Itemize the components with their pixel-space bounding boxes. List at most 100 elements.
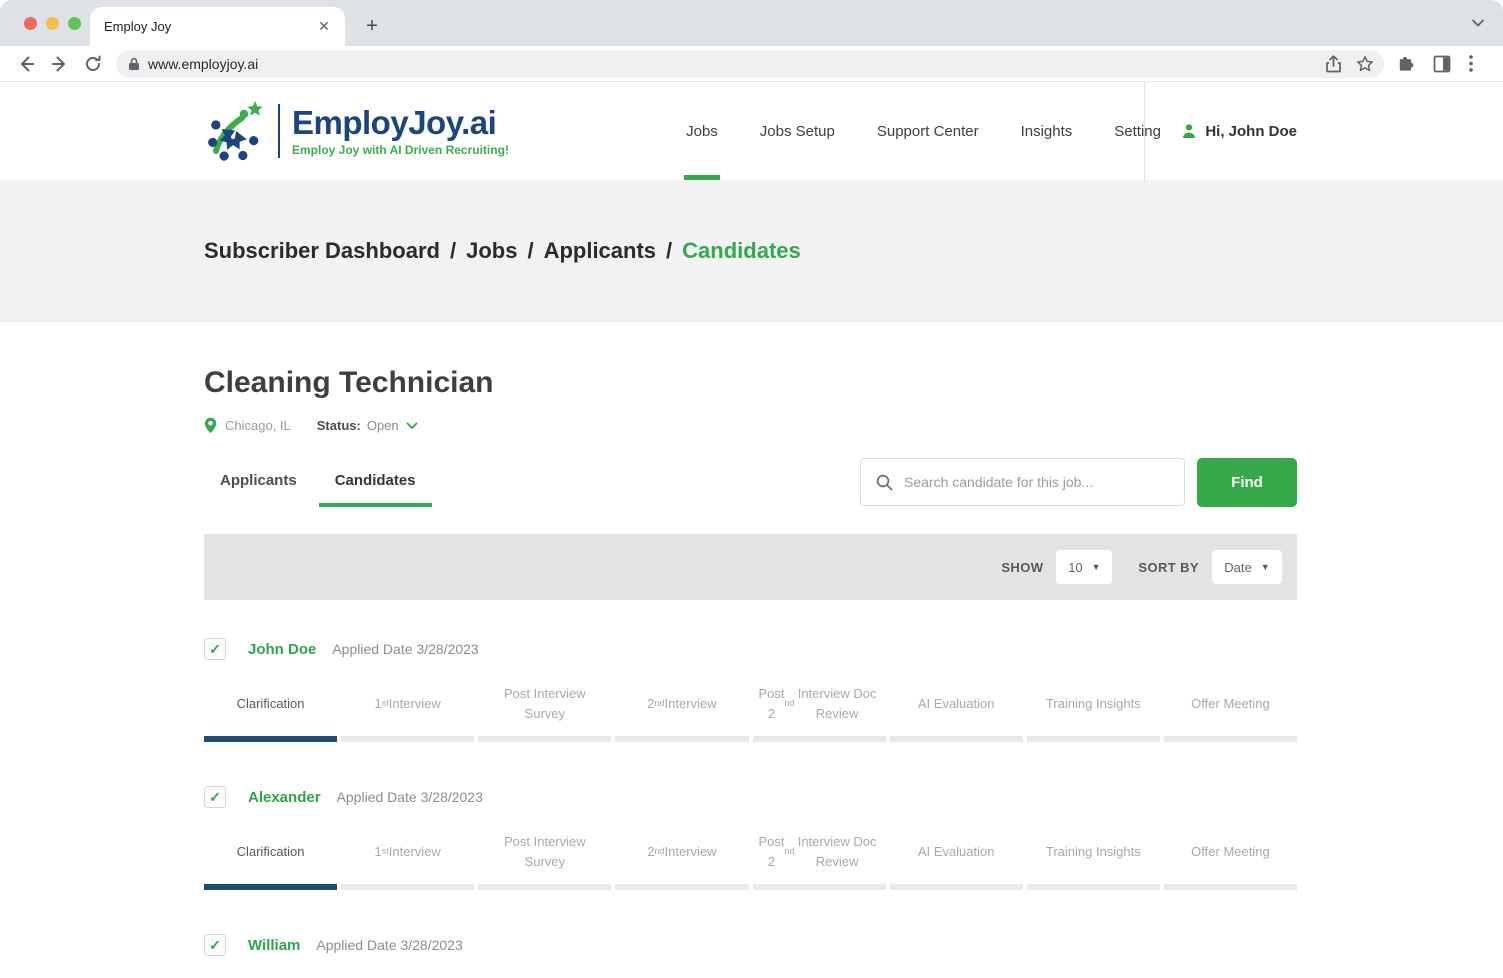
stage-column: Post 2nd Interview Doc Review	[753, 682, 886, 742]
stage-label[interactable]: 2nd Interview	[615, 830, 748, 874]
stage-bar	[341, 884, 474, 890]
forward-icon[interactable]	[50, 54, 70, 74]
side-panel-icon[interactable]	[1433, 55, 1451, 73]
search-input[interactable]	[904, 474, 1154, 490]
stage-label[interactable]: Post Interview Survey	[478, 682, 611, 726]
chevron-down-icon: ▼	[1092, 562, 1101, 572]
job-title: Cleaning Technician	[204, 366, 1297, 400]
stage-label[interactable]: Offer Meeting	[1164, 830, 1297, 874]
stage-bar	[478, 884, 611, 890]
stage-label[interactable]: Training Insights	[1027, 830, 1160, 874]
tab-title: Employ Joy	[104, 19, 315, 34]
main-content: Cleaning Technician Chicago, IL Status: …	[204, 366, 1297, 978]
menu-dots-icon[interactable]	[1469, 55, 1473, 72]
list-toolbar: SHOW 10 ▼ SORT BY Date ▼	[204, 534, 1297, 600]
candidate-checkbox[interactable]: ✓	[204, 638, 226, 660]
stage-column: Post 2nd Interview Doc Review	[753, 830, 886, 890]
stage-bar-active	[204, 884, 337, 890]
stage-label[interactable]: AI Evaluation	[890, 830, 1023, 874]
candidate-name[interactable]: Alexander	[248, 789, 321, 806]
lock-icon	[128, 57, 140, 71]
tabs-and-search-row: Applicants Candidates Find	[204, 458, 1297, 507]
bookmark-star-icon[interactable]	[1356, 55, 1374, 73]
search-icon	[876, 474, 893, 491]
nav-item-jobs-setup[interactable]: Jobs Setup	[760, 82, 835, 180]
stage-column: AI Evaluation	[890, 682, 1023, 742]
nav-label: Support Center	[877, 123, 979, 140]
browser-toolbar: www.employjoy.ai	[0, 46, 1503, 82]
stage-label[interactable]: AI Evaluation	[890, 682, 1023, 726]
stage-bar	[1027, 884, 1160, 890]
close-window-button[interactable]	[24, 17, 37, 30]
stage-label[interactable]: Post Interview Survey	[478, 830, 611, 874]
reload-icon[interactable]	[84, 55, 102, 73]
stage-label[interactable]: Post 2nd Interview Doc Review	[753, 682, 886, 726]
stage-label[interactable]: 2nd Interview	[615, 682, 748, 726]
tab-label: Candidates	[335, 472, 416, 489]
checkmark-icon: ✓	[209, 642, 221, 656]
candidate-name[interactable]: John Doe	[248, 641, 316, 658]
breadcrumb-separator: /	[527, 238, 533, 263]
breadcrumb-item[interactable]: Jobs	[466, 238, 517, 263]
stage-bar	[890, 736, 1023, 742]
status-label: Status:	[317, 418, 361, 433]
chevron-down-icon: ▼	[1261, 562, 1270, 572]
minimize-window-button[interactable]	[46, 17, 59, 30]
stage-column: Training Insights	[1027, 830, 1160, 890]
breadcrumb-item[interactable]: Subscriber Dashboard	[204, 238, 440, 263]
breadcrumb-separator: /	[450, 238, 456, 263]
stage-progress: Clarification1st InterviewPost Interview…	[204, 830, 1297, 890]
logo[interactable]: EmployJoy.ai Employ Joy with AI Driven R…	[204, 99, 509, 163]
stage-label[interactable]: Post 2nd Interview Doc Review	[753, 830, 886, 874]
candidate-name[interactable]: William	[248, 937, 300, 954]
tab-applicants[interactable]: Applicants	[204, 458, 313, 507]
maximize-window-button[interactable]	[68, 17, 81, 30]
extensions-puzzle-icon[interactable]	[1396, 54, 1415, 73]
candidate-checkbox[interactable]: ✓	[204, 934, 226, 956]
show-count-dropdown[interactable]: 10 ▼	[1056, 550, 1112, 584]
search-box	[860, 458, 1185, 506]
stage-label[interactable]: 1st Interview	[341, 830, 474, 874]
stage-label[interactable]: Training Insights	[1027, 682, 1160, 726]
nav-item-jobs[interactable]: Jobs	[686, 82, 718, 180]
new-tab-button[interactable]: +	[360, 15, 384, 39]
status-chevron-icon[interactable]	[406, 422, 418, 430]
back-icon[interactable]	[16, 54, 36, 74]
nav-item-support-center[interactable]: Support Center	[877, 82, 979, 180]
checkmark-icon: ✓	[209, 938, 221, 952]
tab-close-icon[interactable]: ✕	[315, 18, 333, 36]
stage-column: 1st Interview	[341, 830, 474, 890]
stage-bar	[1164, 736, 1297, 742]
stage-column: Training Insights	[1027, 682, 1160, 742]
candidate-applied-date: Applied Date 3/28/2023	[316, 937, 462, 953]
stage-column: Clarification	[204, 682, 337, 742]
candidate-applied-date: Applied Date 3/28/2023	[337, 789, 483, 805]
stage-column: 2nd Interview	[615, 830, 748, 890]
stage-column: Clarification	[204, 830, 337, 890]
stage-bar	[615, 884, 748, 890]
candidate-checkbox[interactable]: ✓	[204, 786, 226, 808]
show-count-value: 10	[1068, 560, 1082, 575]
show-label: SHOW	[1001, 560, 1043, 575]
address-bar[interactable]: www.employjoy.ai	[116, 50, 1384, 78]
stage-column: Offer Meeting	[1164, 830, 1297, 890]
location-pin-icon	[204, 417, 217, 434]
job-location: Chicago, IL	[225, 418, 291, 433]
tab-list-chevron-icon[interactable]	[1471, 16, 1485, 30]
find-button[interactable]: Find	[1197, 458, 1297, 507]
logo-tagline: Employ Joy with AI Driven Recruiting!	[292, 143, 509, 157]
url-text: www.employjoy.ai	[148, 56, 1311, 72]
share-icon[interactable]	[1325, 55, 1342, 73]
stage-label[interactable]: Clarification	[204, 682, 337, 726]
stage-bar	[1027, 736, 1160, 742]
breadcrumb-item[interactable]: Applicants	[544, 238, 656, 263]
nav-active-underline	[684, 175, 720, 180]
stage-label[interactable]: Offer Meeting	[1164, 682, 1297, 726]
browser-tab[interactable]: Employ Joy ✕	[90, 7, 345, 46]
sort-by-dropdown[interactable]: Date ▼	[1212, 550, 1282, 584]
user-menu[interactable]: Hi, John Doe	[1144, 82, 1297, 180]
stage-label[interactable]: 1st Interview	[341, 682, 474, 726]
nav-item-insights[interactable]: Insights	[1021, 82, 1073, 180]
tab-candidates[interactable]: Candidates	[319, 458, 432, 507]
stage-label[interactable]: Clarification	[204, 830, 337, 874]
